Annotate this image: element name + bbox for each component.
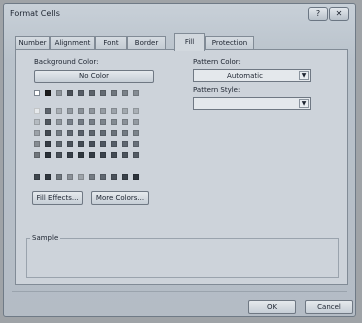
color-swatch[interactable]	[78, 141, 84, 147]
color-swatch[interactable]	[89, 108, 95, 114]
color-swatch[interactable]	[34, 119, 40, 125]
fill-effects-button[interactable]: Fill Effects...	[32, 191, 83, 205]
color-swatch[interactable]	[133, 119, 139, 125]
color-swatch[interactable]	[78, 174, 84, 180]
color-swatch[interactable]	[133, 152, 139, 158]
color-swatch[interactable]	[78, 152, 84, 158]
color-swatch[interactable]	[100, 130, 106, 136]
color-swatch[interactable]	[34, 174, 40, 180]
pattern-style-label: Pattern Style:	[193, 86, 241, 94]
color-swatch[interactable]	[56, 108, 62, 114]
title-bar: Format Cells ? ✕	[4, 4, 355, 26]
color-swatch[interactable]	[45, 130, 51, 136]
color-swatch[interactable]	[34, 152, 40, 158]
color-swatch[interactable]	[89, 119, 95, 125]
color-swatch[interactable]	[45, 119, 51, 125]
color-swatch[interactable]	[122, 174, 128, 180]
tab-font[interactable]: Font	[95, 36, 127, 50]
tab-alignment[interactable]: Alignment	[50, 36, 95, 50]
pattern-color-value: Automatic	[227, 72, 263, 80]
color-swatch[interactable]	[89, 174, 95, 180]
color-swatch[interactable]	[89, 152, 95, 158]
color-swatch[interactable]	[78, 130, 84, 136]
pattern-color-dropdown[interactable]: Automatic ▼	[193, 69, 311, 82]
color-swatch[interactable]	[67, 130, 73, 136]
color-swatch[interactable]	[67, 141, 73, 147]
color-swatch[interactable]	[34, 141, 40, 147]
cancel-button[interactable]: Cancel	[305, 300, 353, 314]
color-swatch[interactable]	[56, 174, 62, 180]
color-swatch[interactable]	[67, 174, 73, 180]
color-swatch[interactable]	[111, 130, 117, 136]
sample-preview	[26, 238, 339, 278]
sample-label: Sample	[30, 234, 61, 242]
color-swatch[interactable]	[89, 130, 95, 136]
color-swatch[interactable]	[111, 174, 117, 180]
color-swatch[interactable]	[89, 141, 95, 147]
color-swatch[interactable]	[122, 141, 128, 147]
color-swatch[interactable]	[122, 152, 128, 158]
help-icon[interactable]: ?	[308, 7, 328, 21]
color-swatch[interactable]	[67, 90, 73, 96]
color-swatch[interactable]	[133, 141, 139, 147]
color-swatch[interactable]	[89, 90, 95, 96]
color-swatch[interactable]	[133, 108, 139, 114]
tab-number[interactable]: Number	[15, 36, 50, 50]
color-swatch[interactable]	[45, 108, 51, 114]
chevron-down-icon[interactable]: ▼	[299, 99, 309, 108]
color-swatch[interactable]	[100, 119, 106, 125]
color-swatch[interactable]	[122, 119, 128, 125]
color-swatch[interactable]	[56, 119, 62, 125]
color-swatch[interactable]	[133, 130, 139, 136]
color-swatch[interactable]	[122, 130, 128, 136]
color-swatch[interactable]	[78, 90, 84, 96]
tab-fill[interactable]: Fill	[174, 33, 205, 51]
pattern-color-label: Pattern Color:	[193, 58, 241, 66]
color-swatch[interactable]	[111, 141, 117, 147]
color-swatch[interactable]	[34, 90, 40, 96]
color-swatch[interactable]	[67, 152, 73, 158]
color-swatch[interactable]	[100, 90, 106, 96]
chevron-down-icon[interactable]: ▼	[299, 71, 309, 80]
color-swatch[interactable]	[100, 174, 106, 180]
color-swatch[interactable]	[56, 152, 62, 158]
color-swatch[interactable]	[122, 108, 128, 114]
dialog-title: Format Cells	[10, 9, 60, 18]
color-swatch[interactable]	[56, 141, 62, 147]
color-swatch[interactable]	[45, 174, 51, 180]
tab-border[interactable]: Border	[127, 36, 166, 50]
color-swatch[interactable]	[100, 108, 106, 114]
color-swatch[interactable]	[122, 90, 128, 96]
color-swatch[interactable]	[45, 90, 51, 96]
color-swatch[interactable]	[45, 141, 51, 147]
fill-panel: Background Color: No Color Fill Effects.…	[15, 49, 348, 285]
tab-protection[interactable]: Protection	[205, 36, 254, 50]
color-swatch[interactable]	[111, 152, 117, 158]
divider	[12, 291, 347, 292]
color-swatch[interactable]	[56, 90, 62, 96]
color-swatch[interactable]	[111, 90, 117, 96]
more-colors-button[interactable]: More Colors...	[91, 191, 149, 205]
color-swatch[interactable]	[78, 108, 84, 114]
color-swatch[interactable]	[111, 119, 117, 125]
color-swatch[interactable]	[56, 130, 62, 136]
color-swatch[interactable]	[78, 119, 84, 125]
color-swatch[interactable]	[45, 152, 51, 158]
no-color-button[interactable]: No Color	[34, 70, 154, 83]
color-swatch[interactable]	[100, 141, 106, 147]
color-swatch[interactable]	[67, 119, 73, 125]
ok-button[interactable]: OK	[248, 300, 296, 314]
pattern-style-dropdown[interactable]: ▼	[193, 97, 311, 110]
color-swatch[interactable]	[34, 108, 40, 114]
color-swatch[interactable]	[111, 108, 117, 114]
color-swatch[interactable]	[67, 108, 73, 114]
background-color-label: Background Color:	[34, 58, 99, 66]
color-swatch[interactable]	[34, 130, 40, 136]
color-swatch[interactable]	[100, 152, 106, 158]
color-swatch[interactable]	[133, 174, 139, 180]
close-icon[interactable]: ✕	[329, 7, 349, 21]
color-swatch[interactable]	[133, 90, 139, 96]
format-cells-dialog: Format Cells ? ✕ Number Alignment Font B…	[3, 3, 356, 317]
